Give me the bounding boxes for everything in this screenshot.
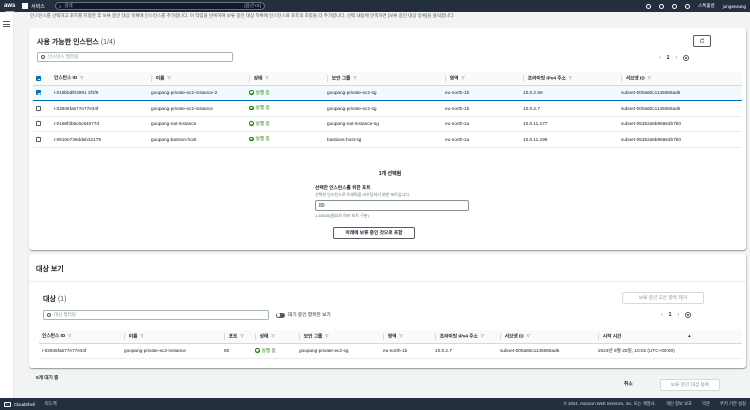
next-page-icon[interactable]: ›	[675, 55, 677, 61]
prev-page-icon[interactable]: ‹	[659, 55, 661, 61]
copyright-text: © 2024, Amazon Web Services, Inc. 또는 계열사…	[563, 401, 656, 406]
status-badge: 실행 중	[249, 136, 270, 142]
targets-table: 인스턴스 ID ▽ 이름 ▽ 포트 ▽ 상태 ▽ 보안 그룹 ▽ 영역 ▽ 프라이빗 IPv…	[39, 330, 742, 359]
col-status[interactable]: 상태 ▽	[246, 72, 324, 86]
select-all-checkbox[interactable]	[36, 75, 41, 81]
port-section: 1개 선택됨 선택한 인스턴스를 위한 포트 선택한 인스턴스로 트래픽을 라우…	[36, 154, 744, 250]
targets-title: 대상 (1)	[43, 296, 67, 303]
refresh-icon	[699, 38, 705, 44]
check-circle-icon	[249, 90, 254, 95]
col-name[interactable]: 이름 ▽	[121, 330, 221, 344]
refresh-button[interactable]	[693, 35, 711, 47]
settings-icon[interactable]	[685, 3, 691, 9]
privacy-link[interactable]: 개인 정보 보호	[666, 401, 692, 407]
table-row[interactable]: i-02945fa677e77e34f goopang-private-ec2-…	[39, 343, 742, 359]
check-circle-icon	[249, 105, 254, 111]
nav-right: 스톡홀름 jongseoung	[646, 3, 746, 9]
check-circle-icon	[249, 136, 254, 142]
col-private-ip[interactable]: 프라이빗 IPv4 주소 ▽	[520, 72, 618, 86]
services-grid-icon[interactable]	[22, 3, 28, 9]
aws-logo[interactable]: aws	[4, 3, 18, 12]
col-name[interactable]: 이름 ▽	[148, 72, 246, 86]
instance-filter-input[interactable]: 인스턴스 필터링	[37, 52, 233, 62]
row-checkbox[interactable]	[36, 105, 41, 111]
status-badge: 실행 중	[249, 121, 270, 127]
row-checkbox[interactable]	[36, 136, 41, 142]
col-status[interactable]: 상태 ▽	[252, 330, 296, 344]
next-page-icon[interactable]: ›	[677, 312, 679, 318]
selected-count: 1개 선택됨	[378, 171, 402, 177]
cloudshell-button[interactable]: >_ CloudShell	[4, 401, 35, 407]
top-nav: aws 서비스 ⌕ 검색 [옵션+S] 스톡홀름 jongseoung	[0, 0, 750, 12]
table-row[interactable]: i-0168f3b6c6c64077d goopang-nat-instance…	[33, 116, 742, 132]
search-icon	[47, 313, 51, 317]
help-icon[interactable]	[672, 3, 678, 9]
targets-pager: ‹ 1 ›	[661, 312, 692, 318]
notification-icon[interactable]	[659, 3, 665, 9]
terminal-icon: >_	[4, 401, 11, 407]
remove-all-pending-button[interactable]: 보류 중인 모든 항목 제거	[622, 292, 704, 304]
search-icon	[41, 55, 45, 59]
search-input[interactable]: ⌕ 검색 [옵션+S]	[54, 2, 265, 10]
cloudshell-icon[interactable]	[646, 3, 652, 9]
table-row[interactable]: i-0910e739ddeb32179 goopang-bastion-host…	[33, 131, 742, 148]
port-description: 선택한 인스턴스로 트래픽을 라우팅하기 위한 포트입니다.	[315, 192, 410, 197]
targets-section-panel: 대상 보기 대상 (1) 보류 중인 모든 항목 제거 대상 필터링 대기 중인…	[29, 254, 746, 368]
col-instance-id[interactable]: 인스턴스 ID ▽	[39, 330, 121, 344]
include-pending-button[interactable]: 아래에 보류 중인 것으로 포함	[333, 227, 415, 239]
current-page[interactable]: 1	[667, 55, 670, 61]
cookie-preferences-link[interactable]: 쿠키 기본 설정	[720, 401, 746, 407]
menu-icon[interactable]	[3, 21, 10, 29]
feedback-link[interactable]: 피드백	[45, 401, 57, 407]
col-security-group[interactable]: 보안 그룹 ▽	[324, 72, 442, 86]
table-row[interactable]: i-02945fa677e77e34f goopang-private-ec2-…	[33, 100, 742, 117]
instances-pager: ‹ 1 ›	[659, 55, 690, 61]
footer-links: 개인 정보 보호 약관 쿠키 기본 설정	[666, 401, 746, 407]
register-pending-button[interactable]: 보류 중인 대상 등록	[660, 379, 720, 391]
side-nav-rail	[0, 12, 14, 398]
available-instances-title: 사용 가능한 인스턴스 (1/4)	[37, 39, 116, 46]
col-private-ip[interactable]: 프라이빗 IPv4 주소 ▽	[432, 330, 497, 344]
cancel-button[interactable]: 취소	[624, 381, 633, 387]
terms-link[interactable]: 약관	[702, 401, 710, 407]
col-zone[interactable]: 영역 ▽	[380, 330, 432, 344]
instructions-text: 인스턴스를 선택하고 포트를 지정한 후 보류 중인 대상 목록에 인스턴스를 …	[30, 13, 455, 18]
preferences-gear-icon[interactable]	[685, 312, 692, 318]
prev-page-icon[interactable]: ‹	[661, 312, 663, 318]
target-filter-input[interactable]: 대상 필터링	[43, 310, 269, 320]
search-icon: ⌕	[58, 3, 62, 9]
account-menu[interactable]: jongseoung	[723, 4, 746, 9]
pending-count: 0개 대기 중	[36, 375, 59, 380]
status-badge: 실행 중	[249, 90, 270, 96]
region-selector[interactable]: 스톡홀름	[698, 3, 715, 9]
check-circle-icon	[255, 348, 260, 353]
col-security-group[interactable]: 보안 그룹 ▽	[296, 330, 380, 344]
port-input[interactable]: 80	[315, 200, 469, 211]
status-badge: 실행 중	[249, 105, 270, 111]
port-hint: 1-65535(필요로 여러 포트 구분)	[315, 213, 369, 218]
port-label: 선택한 인스턴스를 위한 포트	[315, 185, 371, 190]
instances-table: 인스턴스 ID ▽ 이름 ▽ 상태 ▽ 보안 그룹 ▽ 영역 ▽ 프라이빗 IPv4 주소…	[33, 72, 742, 148]
row-checkbox[interactable]	[36, 121, 41, 127]
status-badge: 실행 중	[255, 348, 276, 354]
col-subnet-id[interactable]: 서브넷 ID ▽	[497, 330, 595, 344]
table-row[interactable]: i-015bbdf03991 3f1f9 goopang-private-ec2…	[33, 84, 742, 101]
col-zone[interactable]: 영역 ▽	[442, 72, 520, 86]
search-shortcut-hint: [옵션+S]	[244, 3, 261, 8]
pending-only-toggle[interactable]: 대기 중인 항목만 보기	[276, 312, 331, 318]
check-circle-icon	[249, 121, 254, 126]
current-page[interactable]: 1	[669, 312, 672, 318]
row-checkbox[interactable]	[36, 90, 41, 96]
toggle-switch[interactable]	[276, 312, 285, 318]
services-menu[interactable]: 서비스	[31, 3, 45, 10]
col-port[interactable]: 포트 ▽	[221, 330, 252, 344]
col-start-time[interactable]: 시작 시간 ▲	[595, 330, 742, 344]
col-instance-id[interactable]: 인스턴스 ID ▽	[51, 72, 148, 86]
col-subnet-id[interactable]: 서브넷 ID ▽	[618, 72, 742, 86]
preferences-gear-icon[interactable]	[683, 55, 690, 61]
targets-section-title: 대상 보기	[36, 266, 64, 273]
console-footer: >_ CloudShell 피드백 © 2024, Amazon Web Ser…	[0, 398, 750, 410]
